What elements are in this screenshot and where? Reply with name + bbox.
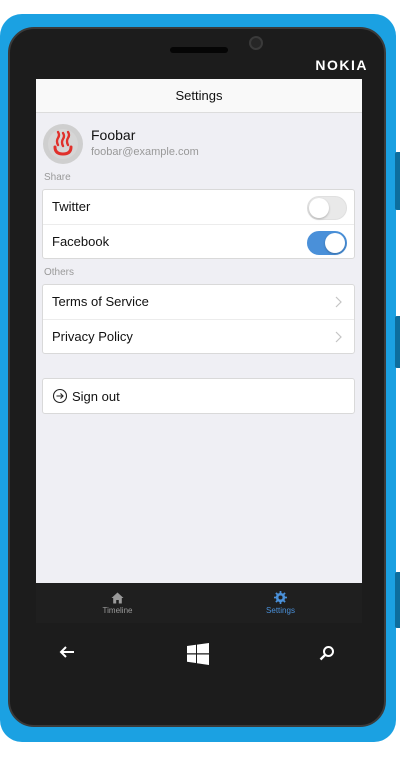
profile-name: Foobar [91,127,136,143]
section-header-others: Others [44,267,75,278]
start-button[interactable] [187,643,209,670]
search-icon [319,646,334,661]
gear-icon [274,591,287,604]
others-row-privacy[interactable]: Privacy Policy [43,319,354,353]
profile-email: foobar@example.com [91,146,199,158]
nav-bar: Settings [36,79,362,113]
share-row-facebook: Facebook [43,224,354,258]
brand-logo: NOKIA [315,57,368,73]
others-group: Terms of Service Privacy Policy [42,284,355,354]
home-icon [111,592,124,603]
chevron-right-icon [335,320,342,354]
share-group: Twitter Facebook [42,189,355,259]
chevron-right-icon [335,285,342,319]
privacy-label: Privacy Policy [52,329,133,344]
twitter-toggle[interactable] [307,196,347,220]
sign-out-icon [52,388,68,404]
twitter-label: Twitter [52,199,91,214]
facebook-toggle[interactable] [307,231,347,255]
hot-spring-logo-icon [48,129,78,159]
avatar [43,124,83,164]
section-header-share: Share [44,172,71,183]
tab-timeline[interactable]: Timeline [36,583,199,623]
others-row-terms[interactable]: Terms of Service [43,285,354,319]
power-button[interactable] [395,316,400,368]
earpiece [170,47,228,53]
sign-out-button[interactable]: Sign out [43,379,354,413]
tab-settings[interactable]: Settings [199,583,362,623]
page-title: Settings [175,88,223,103]
sign-out-label: Sign out [72,388,120,404]
tab-settings-label: Settings [266,606,295,615]
terms-label: Terms of Service [52,294,149,309]
toggle-knob [309,198,329,218]
signout-group: Sign out [42,378,355,414]
share-row-twitter: Twitter [43,190,354,224]
back-button[interactable] [59,645,75,664]
front-camera [249,36,263,50]
app-screen: Settings Foobar foobar@example.com Share… [36,79,362,583]
tab-timeline-label: Timeline [102,605,133,615]
volume-button[interactable] [395,152,400,210]
toggle-knob [325,233,345,253]
tab-bar: Timeline Settings [36,583,362,623]
windows-logo-icon [187,643,209,665]
profile-card: Foobar foobar@example.com [36,113,362,173]
facebook-label: Facebook [52,234,110,249]
camera-button[interactable] [395,572,400,628]
search-button[interactable] [319,645,335,666]
back-arrow-icon [59,646,74,658]
